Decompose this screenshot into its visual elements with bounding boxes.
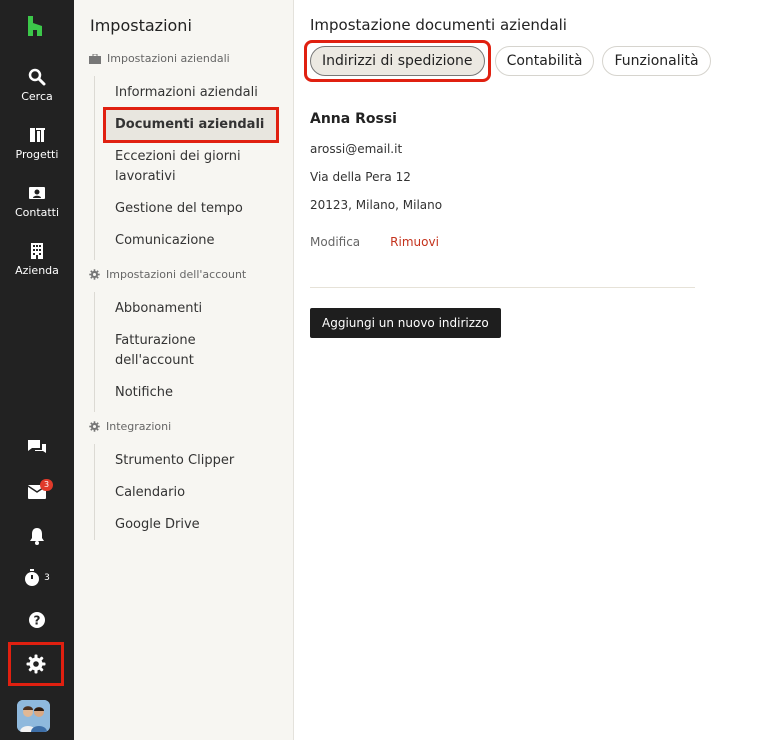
section-company-settings: Impostazioni aziendali	[89, 52, 230, 65]
app-rail: Cerca Progetti Contatti Azienda 3 3 ?	[0, 0, 74, 740]
tab-highlight: Indirizzi di spedizione	[304, 40, 491, 82]
address-actions: Modifica Rimuovi	[310, 235, 439, 249]
section-integrations-label: Integrazioni	[106, 420, 172, 433]
gear-small-icon	[89, 421, 100, 432]
building-icon	[31, 243, 43, 259]
section-integrations-line	[94, 444, 95, 540]
nav-account-billing[interactable]: Fatturazione dell'account	[115, 331, 275, 371]
address-email: arossi@email.it	[310, 142, 403, 156]
nav-subscriptions[interactable]: Abbonamenti	[115, 299, 275, 319]
rail-contacts-label: Contatti	[14, 206, 60, 219]
tab-features[interactable]: Funzionalità	[602, 46, 711, 76]
rail-company[interactable]: Azienda	[0, 242, 74, 277]
rail-inbox[interactable]: 3	[0, 479, 74, 502]
rail-notifications[interactable]	[0, 526, 74, 546]
address-name: Anna Rossi	[310, 111, 397, 127]
rail-projects-label: Progetti	[15, 148, 59, 161]
section-account-line	[94, 292, 95, 412]
rail-projects[interactable]: Progetti	[0, 126, 74, 161]
stopwatch-icon	[25, 569, 40, 586]
rail-search[interactable]: Cerca	[0, 68, 74, 103]
projects-icon	[30, 128, 45, 142]
svg-text:?: ?	[34, 614, 41, 628]
nav-clipper-tool[interactable]: Strumento Clipper	[115, 451, 275, 471]
help-icon: ?	[29, 612, 45, 628]
section-company-line	[94, 76, 95, 260]
rail-timer[interactable]: 3	[0, 568, 74, 588]
nav-calendar[interactable]: Calendario	[115, 483, 275, 503]
rail-messages[interactable]	[0, 438, 74, 458]
rail-settings[interactable]	[8, 642, 64, 686]
nav-notifications[interactable]: Notifiche	[115, 383, 275, 403]
section-company-label: Impostazioni aziendali	[107, 52, 230, 65]
bell-icon	[30, 528, 44, 545]
nav-company-info[interactable]: Informazioni aziendali	[115, 83, 275, 103]
main-content: Impostazione documenti aziendali Indiriz…	[294, 0, 779, 740]
rail-company-label: Azienda	[15, 264, 59, 277]
address-city: 20123, Milano, Milano	[310, 198, 443, 212]
nav-time-management[interactable]: Gestione del tempo	[115, 199, 275, 219]
search-icon	[28, 68, 46, 86]
houzz-logo-icon[interactable]	[24, 14, 46, 38]
briefcase-icon	[89, 53, 101, 64]
nav-working-day-exceptions[interactable]: Eccezioni dei giorni lavorativi	[115, 147, 275, 187]
divider	[310, 287, 695, 288]
gear-small-icon	[89, 269, 100, 280]
tab-accounting[interactable]: Contabilità	[494, 46, 595, 76]
nav-google-drive[interactable]: Google Drive	[115, 515, 275, 535]
nav-company-documents[interactable]: Documenti aziendali	[103, 107, 279, 143]
inbox-badge: 3	[40, 479, 54, 491]
timer-count: 3	[44, 573, 50, 583]
section-integrations: Integrazioni	[89, 420, 171, 433]
page-title: Impostazione documenti aziendali	[310, 16, 567, 34]
gear-icon	[26, 654, 46, 674]
rail-search-label: Cerca	[21, 90, 53, 103]
settings-title: Impostazioni	[90, 16, 192, 35]
section-account-settings: Impostazioni dell'account	[89, 268, 246, 281]
section-account-label: Impostazioni dell'account	[106, 268, 247, 281]
edit-address-link[interactable]: Modifica	[310, 235, 360, 249]
address-street: Via della Pera 12	[310, 170, 411, 184]
settings-panel: Impostazioni Impostazioni aziendali Info…	[74, 0, 294, 740]
add-address-button[interactable]: Aggiungi un nuovo indirizzo	[310, 308, 501, 338]
remove-address-link[interactable]: Rimuovi	[390, 235, 439, 249]
nav-communication[interactable]: Comunicazione	[115, 231, 275, 251]
user-avatar[interactable]	[17, 700, 50, 732]
contacts-icon	[29, 187, 45, 199]
avatar-photo-icon	[17, 700, 50, 732]
tab-shipping-addresses[interactable]: Indirizzi di spedizione	[310, 46, 485, 76]
tab-bar: Indirizzi di spedizione Contabilità Funz…	[304, 40, 711, 82]
rail-contacts[interactable]: Contatti	[0, 184, 74, 219]
chat-icon	[28, 440, 46, 453]
rail-help[interactable]: ?	[0, 610, 74, 630]
